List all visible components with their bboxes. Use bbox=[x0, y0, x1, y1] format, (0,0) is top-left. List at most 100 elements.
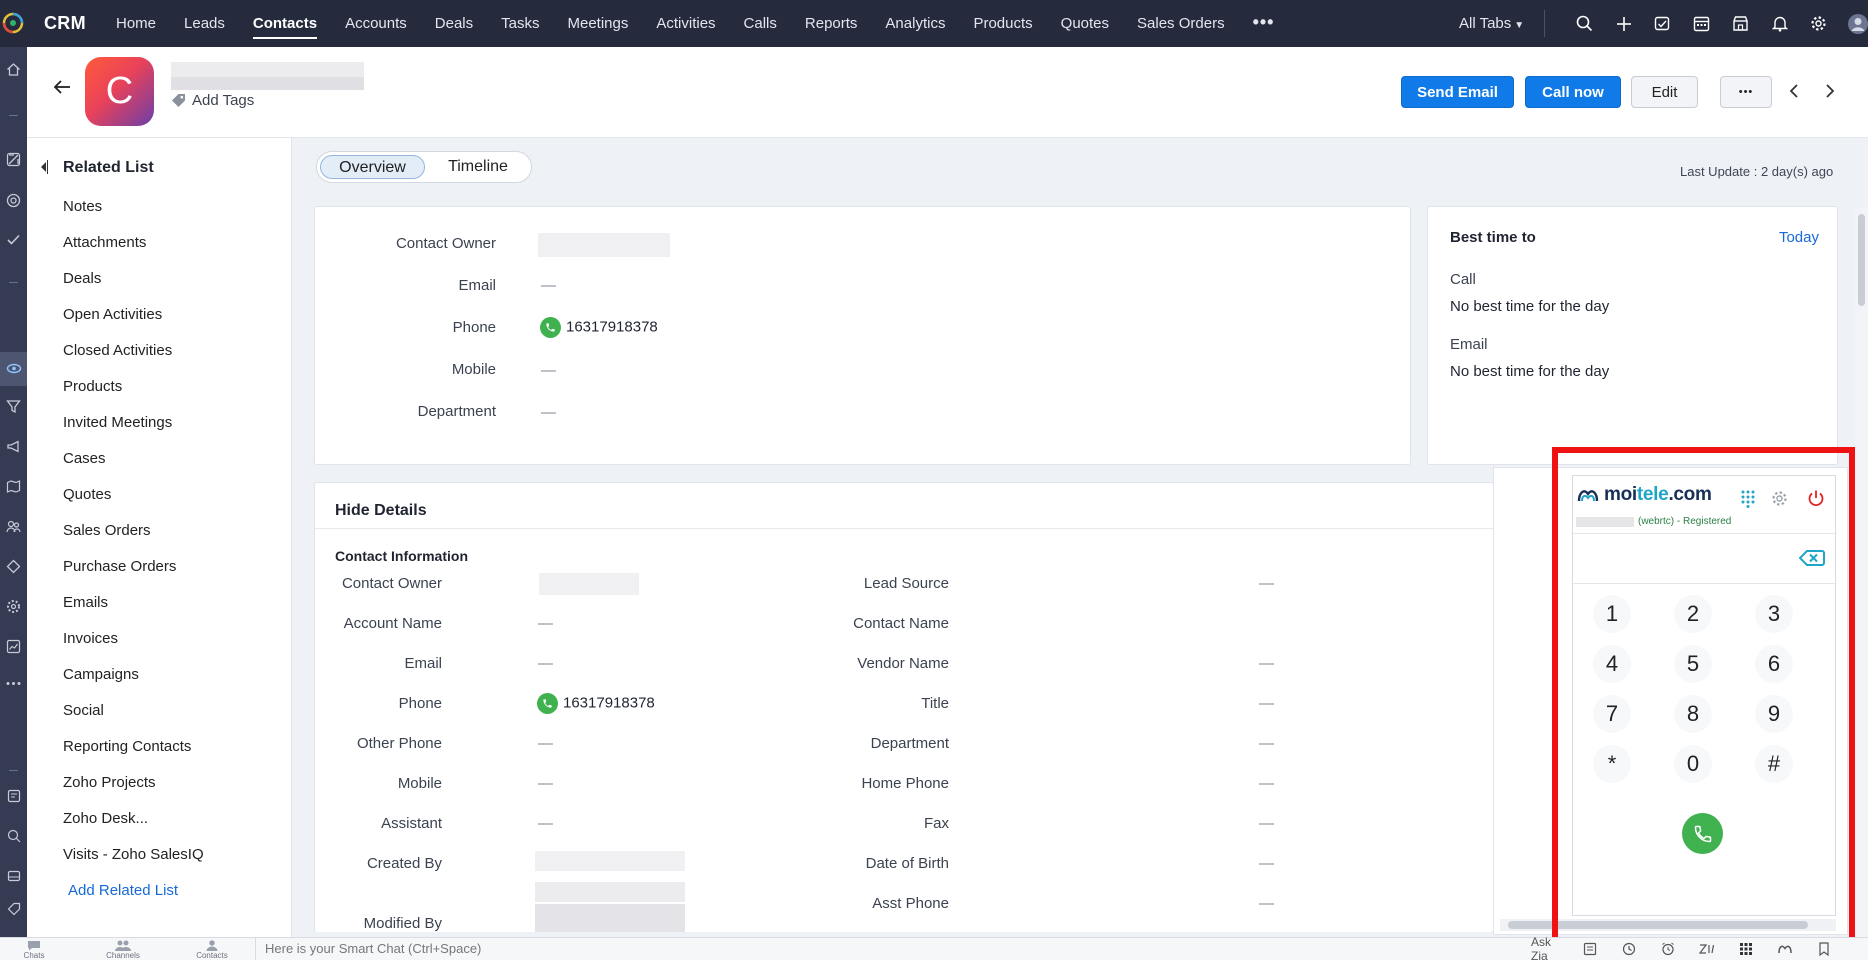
chats-button[interactable]: Chats bbox=[4, 938, 64, 960]
value-phone[interactable]: 16317918378 bbox=[537, 693, 655, 714]
target-icon[interactable] bbox=[4, 191, 23, 210]
phone-call-icon[interactable] bbox=[537, 693, 558, 714]
nav-tab-meetings[interactable]: Meetings bbox=[553, 0, 642, 47]
value-department[interactable]: — bbox=[1259, 735, 1274, 752]
related-item-closed-activities[interactable]: Closed Activities bbox=[63, 342, 204, 378]
alarm-clock-icon[interactable] bbox=[1648, 938, 1687, 960]
notes-icon[interactable] bbox=[1570, 938, 1609, 960]
value-department[interactable]: — bbox=[541, 404, 556, 421]
notes-icon[interactable] bbox=[4, 786, 23, 805]
nav-tab-leads[interactable]: Leads bbox=[170, 0, 239, 47]
nav-tab-products[interactable]: Products bbox=[959, 0, 1046, 47]
back-arrow-icon[interactable] bbox=[53, 79, 71, 95]
settings-wheel-icon[interactable] bbox=[4, 597, 23, 616]
related-item-campaigns[interactable]: Campaigns bbox=[63, 666, 204, 702]
phone-call-icon[interactable] bbox=[540, 317, 561, 338]
crm-logo-icon[interactable] bbox=[2, 12, 24, 34]
next-record-icon[interactable] bbox=[1825, 83, 1835, 99]
nav-tab-home[interactable]: Home bbox=[102, 0, 170, 47]
gear-icon[interactable] bbox=[1799, 0, 1838, 47]
inbox-icon[interactable] bbox=[4, 866, 23, 885]
all-tabs-dropdown[interactable]: All Tabs ▼ bbox=[1459, 15, 1524, 32]
people-icon[interactable] bbox=[4, 517, 23, 536]
search-icon[interactable] bbox=[1565, 0, 1604, 47]
page-vertical-scrollbar[interactable] bbox=[1855, 208, 1868, 937]
related-item-emails[interactable]: Emails bbox=[63, 594, 204, 630]
hide-details-toggle[interactable]: Hide Details bbox=[335, 502, 427, 520]
related-item-zoho-projects[interactable]: Zoho Projects bbox=[63, 774, 204, 810]
activity-check-icon[interactable] bbox=[1643, 0, 1682, 47]
ask-zia-button[interactable]: Ask Zia bbox=[1525, 935, 1570, 960]
dialpad-icon[interactable] bbox=[1726, 938, 1765, 960]
bookmark-icon[interactable] bbox=[1804, 938, 1843, 960]
channels-button[interactable]: Channels bbox=[93, 938, 153, 960]
smart-chat-input[interactable]: Here is your Smart Chat (Ctrl+Space) bbox=[255, 938, 1525, 960]
nav-tab-analytics[interactable]: Analytics bbox=[871, 0, 959, 47]
funnel-icon[interactable] bbox=[4, 397, 23, 416]
nav-tab-sales-orders[interactable]: Sales Orders bbox=[1123, 0, 1239, 47]
value-lead-source[interactable]: — bbox=[1259, 575, 1274, 592]
nav-tab-tasks[interactable]: Tasks bbox=[487, 0, 553, 47]
add-tags-link[interactable]: Add Tags bbox=[171, 92, 254, 109]
zoom-icon[interactable] bbox=[4, 826, 23, 845]
user-avatar-icon[interactable] bbox=[1838, 0, 1868, 47]
related-item-reporting-contacts[interactable]: Reporting Contacts bbox=[63, 738, 204, 774]
sales-icon[interactable] bbox=[4, 150, 23, 169]
tab-timeline[interactable]: Timeline bbox=[428, 155, 528, 179]
related-item-social[interactable]: Social bbox=[63, 702, 204, 738]
value-other-phone[interactable]: — bbox=[538, 735, 553, 752]
related-item-visits-salesiq[interactable]: Visits - Zoho SalesIQ bbox=[63, 846, 204, 882]
nav-more-button[interactable]: ••• bbox=[1239, 0, 1289, 47]
nav-tab-reports[interactable]: Reports bbox=[791, 0, 872, 47]
nav-tab-quotes[interactable]: Quotes bbox=[1047, 0, 1123, 47]
map-icon[interactable] bbox=[4, 477, 23, 496]
plus-icon[interactable] bbox=[1604, 0, 1643, 47]
value-email[interactable]: — bbox=[541, 277, 556, 294]
best-time-today-link[interactable]: Today bbox=[1779, 229, 1819, 246]
value-assistant[interactable]: — bbox=[538, 815, 553, 832]
related-item-cases[interactable]: Cases bbox=[63, 450, 204, 486]
value-title[interactable]: — bbox=[1259, 695, 1274, 712]
related-item-sales-orders[interactable]: Sales Orders bbox=[63, 522, 204, 558]
related-item-purchase-orders[interactable]: Purchase Orders bbox=[63, 558, 204, 594]
edit-button[interactable]: Edit bbox=[1631, 76, 1698, 108]
value-asst-phone[interactable]: — bbox=[1259, 895, 1274, 912]
tab-overview[interactable]: Overview bbox=[320, 155, 425, 179]
zia-icon[interactable] bbox=[1687, 938, 1726, 960]
moitele-widget-icon[interactable] bbox=[1765, 938, 1804, 960]
checkmark-icon[interactable] bbox=[4, 230, 23, 249]
nav-tab-accounts[interactable]: Accounts bbox=[331, 0, 421, 47]
value-fax[interactable]: — bbox=[1259, 815, 1274, 832]
related-item-invited-meetings[interactable]: Invited Meetings bbox=[63, 414, 204, 450]
related-item-quotes[interactable]: Quotes bbox=[63, 486, 204, 522]
value-home-phone[interactable]: — bbox=[1259, 775, 1274, 792]
analytics-icon[interactable] bbox=[4, 637, 23, 656]
diamond-icon[interactable] bbox=[4, 557, 23, 576]
nav-tab-contacts[interactable]: Contacts bbox=[239, 0, 331, 47]
calendar-icon[interactable] bbox=[1682, 0, 1721, 47]
send-email-button[interactable]: Send Email bbox=[1401, 76, 1514, 108]
related-item-deals[interactable]: Deals bbox=[63, 270, 204, 306]
bell-icon[interactable] bbox=[1760, 0, 1799, 47]
add-related-list-link[interactable]: Add Related List bbox=[68, 882, 178, 899]
related-item-invoices[interactable]: Invoices bbox=[63, 630, 204, 666]
more-icon[interactable] bbox=[4, 674, 23, 693]
contacts-module-icon[interactable] bbox=[4, 359, 23, 378]
value-date-of-birth[interactable]: — bbox=[1259, 855, 1274, 872]
nav-tab-deals[interactable]: Deals bbox=[421, 0, 487, 47]
value-mobile[interactable]: — bbox=[538, 775, 553, 792]
marketplace-icon[interactable] bbox=[1721, 0, 1760, 47]
contacts-button[interactable]: Contacts bbox=[182, 938, 242, 960]
app-brand[interactable]: CRM bbox=[44, 13, 86, 34]
related-item-open-activities[interactable]: Open Activities bbox=[63, 306, 204, 342]
related-item-products[interactable]: Products bbox=[63, 378, 204, 414]
value-vendor-name[interactable]: — bbox=[1259, 655, 1274, 672]
related-item-zoho-desk[interactable]: Zoho Desk... bbox=[63, 810, 204, 846]
home-icon[interactable] bbox=[4, 60, 23, 79]
collapse-sidebar-icon[interactable] bbox=[40, 160, 48, 174]
value-mobile[interactable]: — bbox=[541, 362, 556, 379]
value-phone[interactable]: 16317918378 bbox=[540, 317, 658, 338]
nav-tab-calls[interactable]: Calls bbox=[730, 0, 791, 47]
nav-tab-activities[interactable]: Activities bbox=[642, 0, 729, 47]
previous-record-icon[interactable] bbox=[1789, 83, 1799, 99]
